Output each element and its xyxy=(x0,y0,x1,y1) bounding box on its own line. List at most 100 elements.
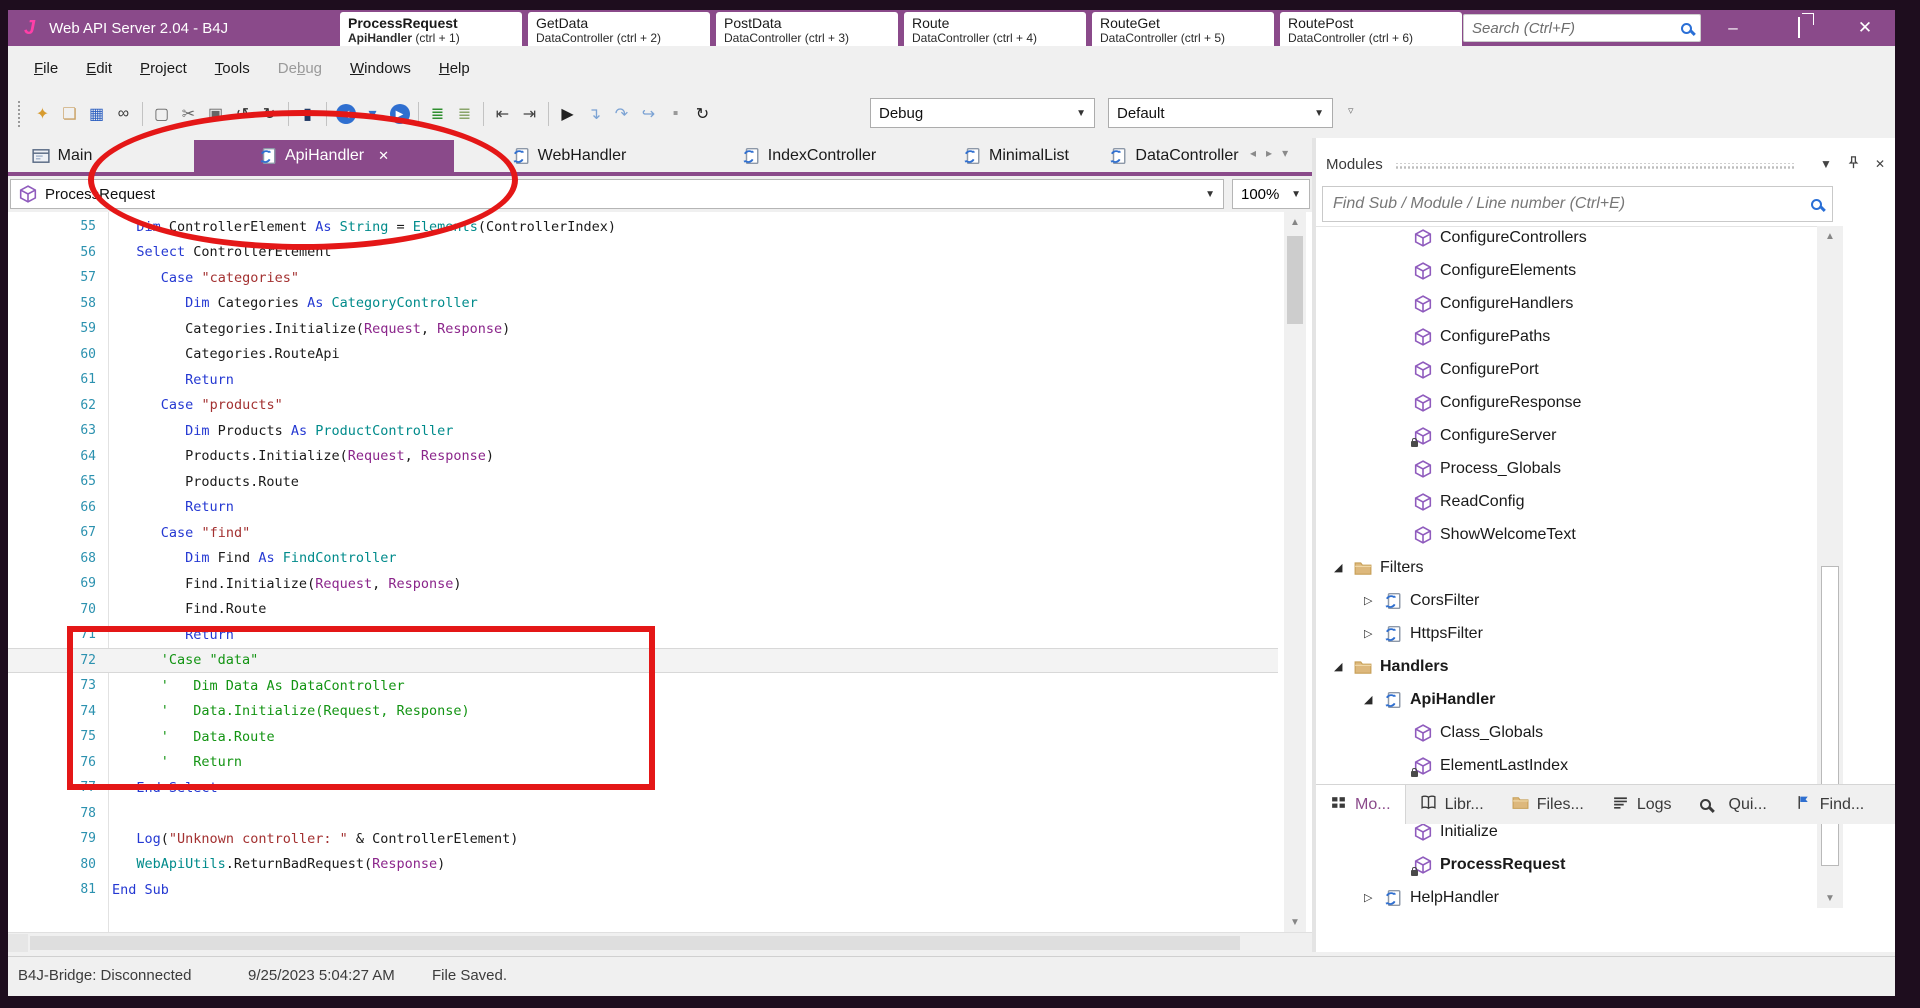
tree-item-filters[interactable]: ◢ Filters xyxy=(1334,551,1424,584)
doc-tab-datacontroller[interactable]: DataController xyxy=(1098,140,1250,172)
code-line-67[interactable]: 67 Case "find" xyxy=(8,520,1278,546)
tab-scroll-right-icon[interactable]: ▸ xyxy=(1266,146,1272,160)
search-icon[interactable] xyxy=(1681,22,1692,34)
panel-tab-libr[interactable]: Libr... xyxy=(1406,785,1498,824)
tree-item-class_globals[interactable]: Class_Globals xyxy=(1394,716,1543,749)
tree-item-configurehandlers[interactable]: ConfigureHandlers xyxy=(1394,287,1573,320)
editor-vertical-scrollbar[interactable]: ▲ ▼ xyxy=(1284,212,1306,932)
quick-tab-postdata[interactable]: PostData DataController (ctrl + 3) xyxy=(716,12,898,46)
minimize-button[interactable]: – xyxy=(1721,18,1745,38)
tree-item-configureresponse[interactable]: ConfigureResponse xyxy=(1394,386,1581,419)
menu-help[interactable]: Help xyxy=(427,54,482,83)
scrollbar-thumb[interactable] xyxy=(30,936,1240,950)
editor-horizontal-scrollbar[interactable] xyxy=(8,932,1312,952)
step-into-icon[interactable]: ↴ xyxy=(581,101,608,128)
code-line-70[interactable]: 70 Find.Route xyxy=(8,597,1278,623)
collapse-arrow-icon[interactable]: ▷ xyxy=(1364,891,1376,904)
resume-icon[interactable]: ↪ xyxy=(635,101,662,128)
quick-tab-getdata[interactable]: GetData DataController (ctrl + 2) xyxy=(528,12,710,46)
tree-item-elementlastindex[interactable]: ElementLastIndex xyxy=(1394,749,1568,782)
scroll-down-icon[interactable]: ▼ xyxy=(1284,912,1306,932)
pause-icon[interactable]: ▪ xyxy=(662,101,689,128)
code-line-60[interactable]: 60 Categories.RouteApi xyxy=(8,342,1278,368)
find-icon[interactable]: ∞ xyxy=(110,101,137,128)
scrollbar-left-box[interactable] xyxy=(8,934,28,952)
close-button[interactable]: ✕ xyxy=(1853,18,1877,38)
code-line-61[interactable]: 61 Return xyxy=(8,367,1278,393)
scroll-down-icon[interactable]: ▼ xyxy=(1817,888,1843,908)
tree-item-configureserver[interactable]: ConfigureServer xyxy=(1394,419,1557,452)
scroll-up-icon[interactable]: ▲ xyxy=(1817,226,1843,246)
collapse-arrow-icon[interactable]: ▷ xyxy=(1364,627,1376,640)
code-line-81[interactable]: 81 End Sub xyxy=(8,877,1278,903)
code-line-57[interactable]: 57 Case "categories" xyxy=(8,265,1278,291)
new-project-icon[interactable]: ✦ xyxy=(29,101,56,128)
code-line-80[interactable]: 80 WebApiUtils.ReturnBadRequest(Response… xyxy=(8,852,1278,878)
tree-item-helphandler[interactable]: ▷ HelpHandler xyxy=(1364,881,1499,908)
indent-icon[interactable]: ⇥ xyxy=(516,101,543,128)
code-line-58[interactable]: 58 Dim Categories As CategoryController xyxy=(8,291,1278,317)
menu-project[interactable]: Project xyxy=(128,54,199,83)
build-profile-combo[interactable]: Default ▼ xyxy=(1108,98,1333,128)
expand-arrow-icon[interactable]: ◢ xyxy=(1334,660,1346,673)
code-line-63[interactable]: 63 Dim Products As ProductController xyxy=(8,418,1278,444)
outdent-icon[interactable]: ⇤ xyxy=(489,101,516,128)
tree-item-readconfig[interactable]: ReadConfig xyxy=(1394,485,1525,518)
restore-button[interactable] xyxy=(1787,17,1811,38)
collapse-arrow-icon[interactable]: ▷ xyxy=(1364,594,1376,607)
search-input[interactable] xyxy=(1464,19,1681,37)
panel-tab-files[interactable]: Files... xyxy=(1498,785,1598,824)
tab-scroll-left-icon[interactable]: ◂ xyxy=(1250,146,1256,160)
panel-menu-icon[interactable]: ▼ xyxy=(1820,157,1832,171)
code-editor[interactable]: 55 Dim ControllerElement As String = Ele… xyxy=(8,212,1312,932)
code-line-65[interactable]: 65 Products.Route xyxy=(8,469,1278,495)
code-line-56[interactable]: 56 Select ControllerElement xyxy=(8,240,1278,266)
code-line-64[interactable]: 64 Products.Initialize(Request, Response… xyxy=(8,444,1278,470)
quick-tab-routeget[interactable]: RouteGet DataController (ctrl + 5) xyxy=(1092,12,1274,46)
code-line-59[interactable]: 59 Categories.Initialize(Request, Respon… xyxy=(8,316,1278,342)
menu-file[interactable]: File xyxy=(22,54,70,83)
zoom-combo[interactable]: 100% ▼ xyxy=(1232,179,1310,209)
run-icon[interactable]: ▶ xyxy=(554,101,581,128)
title-search-box[interactable] xyxy=(1463,14,1701,42)
open-project-icon[interactable]: ❏ xyxy=(56,101,83,128)
search-icon[interactable] xyxy=(1811,198,1822,210)
tree-item-showwelcometext[interactable]: ShowWelcomeText xyxy=(1394,518,1576,551)
code-line-66[interactable]: 66 Return xyxy=(8,495,1278,521)
code-line-62[interactable]: 62 Case "products" xyxy=(8,393,1278,419)
tab-list-icon[interactable]: ▾ xyxy=(1282,146,1288,160)
panel-tab-logs[interactable]: Logs xyxy=(1598,785,1686,824)
build-configuration-combo[interactable]: Debug ▼ xyxy=(870,98,1095,128)
pin-icon[interactable] xyxy=(1846,155,1861,173)
toolbar-overflow-icon[interactable]: ▿ xyxy=(1348,104,1354,117)
panel-tab-find[interactable]: Find... xyxy=(1781,785,1878,824)
scroll-up-icon[interactable]: ▲ xyxy=(1284,212,1306,232)
doc-tab-minimallist[interactable]: MinimalList xyxy=(936,140,1096,172)
tree-item-process_globals[interactable]: Process_Globals xyxy=(1394,452,1561,485)
restart-icon[interactable]: ↻ xyxy=(689,101,716,128)
code-line-79[interactable]: 79 Log("Unknown controller: " & Controll… xyxy=(8,826,1278,852)
menu-edit[interactable]: Edit xyxy=(74,54,124,83)
panel-tab-mo[interactable]: Mo... xyxy=(1316,785,1406,824)
quick-tab-route[interactable]: Route DataController (ctrl + 4) xyxy=(904,12,1086,46)
panel-tab-qui[interactable]: Qui... xyxy=(1686,785,1781,824)
code-line-68[interactable]: 68 Dim Find As FindController xyxy=(8,546,1278,572)
find-sub-module-box[interactable] xyxy=(1322,186,1833,222)
uncomment-icon[interactable]: ≣ xyxy=(451,101,478,128)
tree-item-configureport[interactable]: ConfigurePort xyxy=(1394,353,1539,386)
close-icon[interactable]: ✕ xyxy=(1875,157,1885,171)
expand-arrow-icon[interactable]: ◢ xyxy=(1364,693,1376,706)
tree-item-apihandler[interactable]: ◢ ApiHandler xyxy=(1364,683,1495,716)
find-sub-module-input[interactable] xyxy=(1323,195,1811,213)
save-icon[interactable]: ▦ xyxy=(83,101,110,128)
menu-debug[interactable]: Debug xyxy=(266,54,334,83)
tree-item-configurecontrollers[interactable]: ConfigureControllers xyxy=(1394,227,1587,254)
tree-item-httpsfilter[interactable]: ▷ HttpsFilter xyxy=(1364,617,1483,650)
doc-tab-indexcontroller[interactable]: IndexController xyxy=(684,140,934,172)
step-over-icon[interactable]: ↷ xyxy=(608,101,635,128)
tree-item-processrequest[interactable]: ProcessRequest xyxy=(1394,848,1565,881)
code-line-78[interactable]: 78 xyxy=(8,801,1278,827)
tree-item-corsfilter[interactable]: ▷ CorsFilter xyxy=(1364,584,1479,617)
tree-item-handlers[interactable]: ◢ Handlers xyxy=(1334,650,1448,683)
expand-arrow-icon[interactable]: ◢ xyxy=(1334,561,1346,574)
